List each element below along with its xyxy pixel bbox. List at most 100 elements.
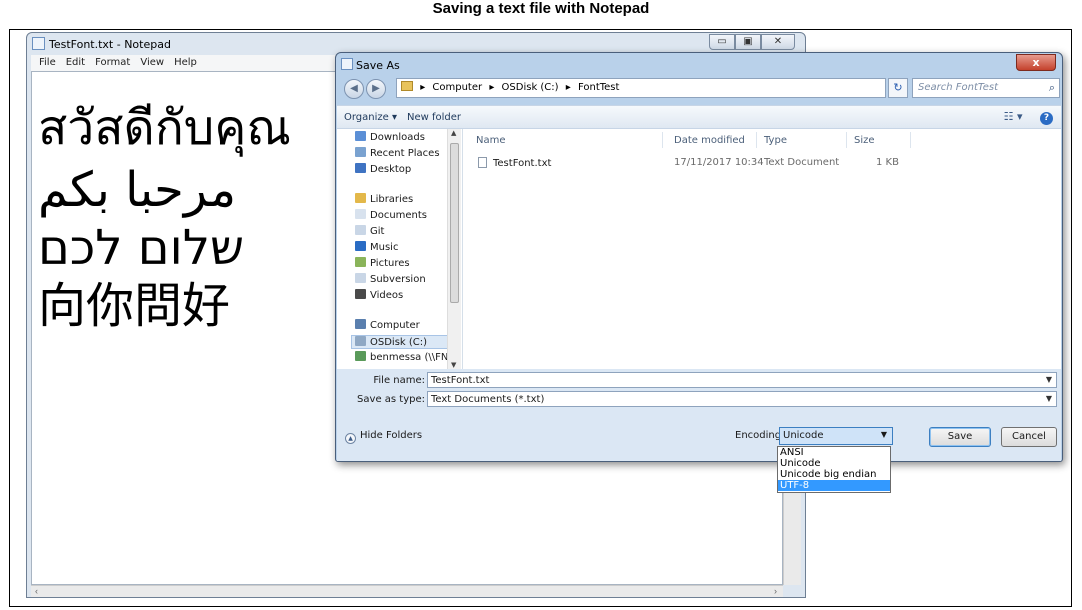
page-caption: Saving a text file with Notepad [432,0,650,17]
sidebar-item-git[interactable]: Git [355,225,384,237]
subversion-icon [355,273,366,283]
navigation-pane: Downloads Recent Places Desktop Libraries Do… [337,129,463,369]
new-folder-button[interactable]: New folder [407,112,461,123]
search-icon[interactable]: ⌕ [1049,81,1055,95]
scroll-down-icon[interactable]: ▼ [451,361,456,369]
sidebar-item-label: Music [370,242,399,253]
column-date-modified[interactable]: Date modified [674,135,745,146]
nav-scrollbar[interactable]: ▲ ▼ [447,129,461,369]
sidebar-item-label: Libraries [370,194,414,205]
encoding-option-unicode-big-endian[interactable]: Unicode big endian [778,469,890,480]
recent-places-icon [355,147,366,157]
column-type[interactable]: Type [764,135,787,146]
sidebar-item-label: OSDisk (C:) [370,337,428,348]
pictures-icon [355,257,366,267]
sidebar-item-videos[interactable]: Videos [355,289,403,301]
view-options-icon[interactable]: ☷ ▾ [1004,110,1023,123]
help-icon[interactable]: ? [1040,112,1053,125]
sidebar-item-label: Recent Places [370,148,440,159]
hide-folders-button[interactable]: ▲ Hide Folders [345,430,422,444]
file-type-cell: Text Document [764,157,840,168]
close-button[interactable]: ✕ [761,34,795,50]
refresh-icon[interactable]: ↻ [888,78,908,98]
dialog-icon [341,58,353,70]
computer-icon [355,319,366,329]
encoding-option-unicode[interactable]: Unicode [778,458,890,469]
address-row: ◀ ▶ ▸ Computer ▸ OSDisk (C:) ▸ FontTest … [342,77,1060,101]
sidebar-item-label: Downloads [370,132,425,143]
music-icon [355,241,366,251]
menu-view[interactable]: View [135,55,169,71]
dialog-toolbar: Organize ▾ New folder ☷ ▾ ? [337,105,1061,129]
sidebar-item-label: Subversion [370,274,426,285]
chevron-down-icon[interactable]: ▼ [1046,394,1052,403]
text-line-arabic: مرحبا بكم [38,162,237,218]
save-form: File name: TestFont.txt ▼ Save as type: … [337,369,1061,461]
sidebar-item-downloads[interactable]: Downloads [355,131,425,143]
menu-format[interactable]: Format [90,55,135,71]
minimize-button[interactable]: ▭ [709,34,735,50]
sidebar-item-label: Videos [370,290,404,301]
sidebar-item-documents[interactable]: Documents [355,209,427,221]
menu-edit[interactable]: Edit [61,55,90,71]
scroll-left-icon[interactable]: ‹ [35,586,38,596]
encoding-select[interactable]: Unicode ▼ [779,427,893,445]
breadcrumb-fonttest[interactable]: FontTest [578,82,619,93]
sidebar-item-subversion[interactable]: Subversion [355,273,426,285]
text-document-icon [478,157,487,168]
collapse-icon: ▲ [345,433,356,444]
encoding-dropdown-list: ANSI Unicode Unicode big endian UTF-8 [777,446,891,493]
sidebar-item-recent-places[interactable]: Recent Places [355,147,440,159]
network-drive-icon [355,351,366,361]
save-button[interactable]: Save [929,427,991,447]
file-name-field[interactable]: TestFont.txt ▼ [427,372,1057,388]
address-bar[interactable]: ▸ Computer ▸ OSDisk (C:) ▸ FontTest ▼ [396,78,929,98]
folder-icon [401,81,413,91]
chevron-down-icon[interactable]: ▼ [1046,375,1052,384]
downloads-icon [355,131,366,141]
horizontal-scrollbar[interactable]: ‹ › [31,585,783,597]
breadcrumb-osdisk[interactable]: OSDisk (C:) [502,82,559,93]
sidebar-item-label: Documents [370,210,428,221]
browser-pane: Downloads Recent Places Desktop Libraries Do… [337,129,1061,369]
menu-help[interactable]: Help [169,55,202,71]
menu-file[interactable]: File [34,55,61,71]
cancel-button[interactable]: Cancel [1001,427,1057,447]
sidebar-item-label: benmessa (\\FN1 [370,352,455,363]
sidebar-item-music[interactable]: Music [355,241,398,253]
file-name-cell: TestFont.txt [493,158,552,169]
search-input[interactable]: Search FontTest ⌕ [912,78,1060,98]
breadcrumb-computer[interactable]: Computer [432,82,482,93]
encoding-option-ansi[interactable]: ANSI [778,447,890,458]
libraries-icon [355,193,366,203]
sidebar-item-osdisk-c[interactable]: OSDisk (C:) [351,335,451,349]
back-icon[interactable]: ◀ [344,79,364,99]
file-list: Name Date modified Type Size TestFont.tx… [464,129,1061,369]
encoding-option-utf-8[interactable]: UTF-8 [778,480,890,491]
sidebar-item-benmessa-fn1[interactable]: benmessa (\\FN1 [355,351,455,363]
column-name[interactable]: Name [476,135,506,146]
sidebar-item-desktop[interactable]: Desktop [355,163,411,175]
organize-button[interactable]: Organize ▾ [344,112,397,123]
chevron-down-icon[interactable]: ▼ [881,430,887,439]
nav-scroll-thumb[interactable] [450,143,459,303]
dialog-close-button[interactable]: x [1016,54,1056,71]
sidebar-item-computer[interactable]: Computer [355,319,420,331]
sidebar-item-libraries[interactable]: Libraries [355,193,413,205]
documents-icon [355,209,366,219]
column-size[interactable]: Size [854,135,875,146]
save-type-label: Save as type: [357,394,425,405]
sidebar-item-pictures[interactable]: Pictures [355,257,410,269]
toolbar-right: ☷ ▾ ? [1004,110,1053,125]
sidebar-item-label: Git [370,226,385,237]
file-size-cell: 1 KB [876,157,899,168]
text-line-hebrew: שלום לכם [38,220,244,276]
forward-icon[interactable]: ▶ [366,79,386,99]
maximize-button[interactable]: ▣ [735,34,761,50]
scroll-right-icon[interactable]: › [774,586,777,596]
scroll-up-icon[interactable]: ▲ [451,129,456,137]
text-line-thai: สวัสดีกับคุณ [38,100,291,156]
save-type-select[interactable]: Text Documents (*.txt) ▼ [427,391,1057,407]
sidebar-item-label: Pictures [370,258,410,269]
file-name-label: File name: [373,375,425,386]
